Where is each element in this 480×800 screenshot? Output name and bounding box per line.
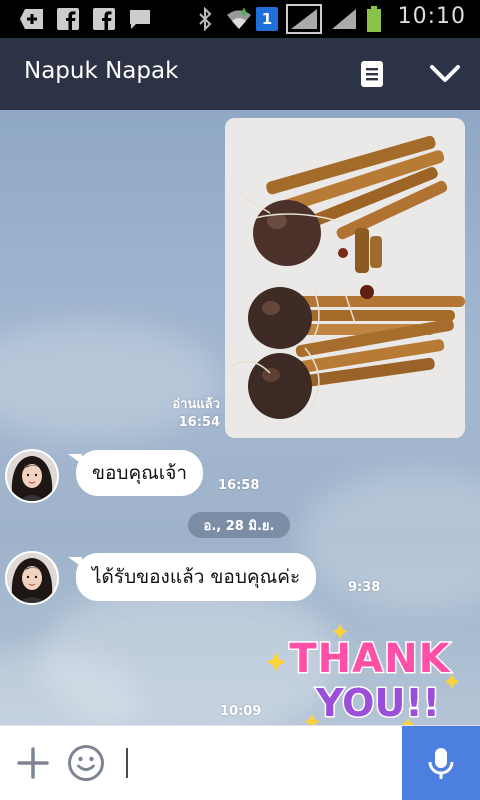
text-cursor <box>126 748 128 778</box>
notes-icon <box>361 61 383 87</box>
message-time: 16:54 <box>178 415 220 430</box>
emoji-icon <box>68 745 104 781</box>
avatar[interactable] <box>5 551 59 605</box>
signal-icon <box>330 7 358 31</box>
status-bar: 1 10:10 <box>0 0 480 38</box>
battery-icon <box>364 6 384 32</box>
chat-title: Napuk Napak <box>24 58 179 84</box>
background-cloud <box>300 470 480 610</box>
notes-button[interactable] <box>356 56 388 92</box>
message-bubble[interactable]: ได้รับของแล้ว ขอบคุณค่ะ <box>67 553 317 601</box>
voice-message-button[interactable] <box>402 726 480 800</box>
plus-icon <box>17 747 49 779</box>
bluetooth-icon <box>194 7 216 31</box>
facebook-icon <box>92 7 116 31</box>
clock: 10:10 <box>397 4 466 29</box>
date-separator: อ., 28 มิ.ย. <box>188 512 290 538</box>
contact-avatar-photo <box>7 451 57 501</box>
facebook-icon <box>56 7 80 31</box>
mic-icon <box>428 747 454 779</box>
chat-area[interactable]: อ่านแล้ว 16:54 ขอบคุณเจ้า 16:58 อ., 28 ม… <box>0 110 480 725</box>
wind-chime-photo <box>225 118 465 438</box>
sticker-text: YOU!! <box>315 681 440 725</box>
sim-badge-icon: 1 <box>256 7 278 31</box>
collapse-button[interactable] <box>424 56 466 92</box>
message-time: 16:58 <box>218 478 260 493</box>
message-text: ขอบคุณเจ้า <box>92 462 188 484</box>
chat-header: Napuk Napak <box>0 38 480 110</box>
chevron-down-icon <box>430 65 460 82</box>
message-input[interactable] <box>122 742 392 784</box>
sticker-text: THANK <box>289 636 451 682</box>
thank-you-sticker[interactable]: THANK YOU!! <box>266 622 464 725</box>
signal-icon <box>286 4 322 34</box>
add-square-icon <box>18 7 46 31</box>
message-meta: อ่านแล้ว 16:54 <box>150 396 220 432</box>
attach-button[interactable] <box>14 744 52 782</box>
input-bar <box>0 725 480 800</box>
message-time: 9:38 <box>348 580 381 595</box>
avatar[interactable] <box>5 449 59 503</box>
contact-avatar-photo <box>7 553 57 603</box>
message-text: ได้รับของแล้ว ขอบคุณค่ะ <box>92 566 301 588</box>
chat-bubble-icon <box>128 7 152 31</box>
wifi-icon <box>226 7 252 31</box>
photo-message[interactable] <box>225 118 465 438</box>
read-receipt: อ่านแล้ว <box>172 397 220 412</box>
emoji-button[interactable] <box>66 743 106 783</box>
message-bubble[interactable]: ขอบคุณเจ้า <box>67 450 204 496</box>
message-time: 10:09 <box>220 704 262 719</box>
